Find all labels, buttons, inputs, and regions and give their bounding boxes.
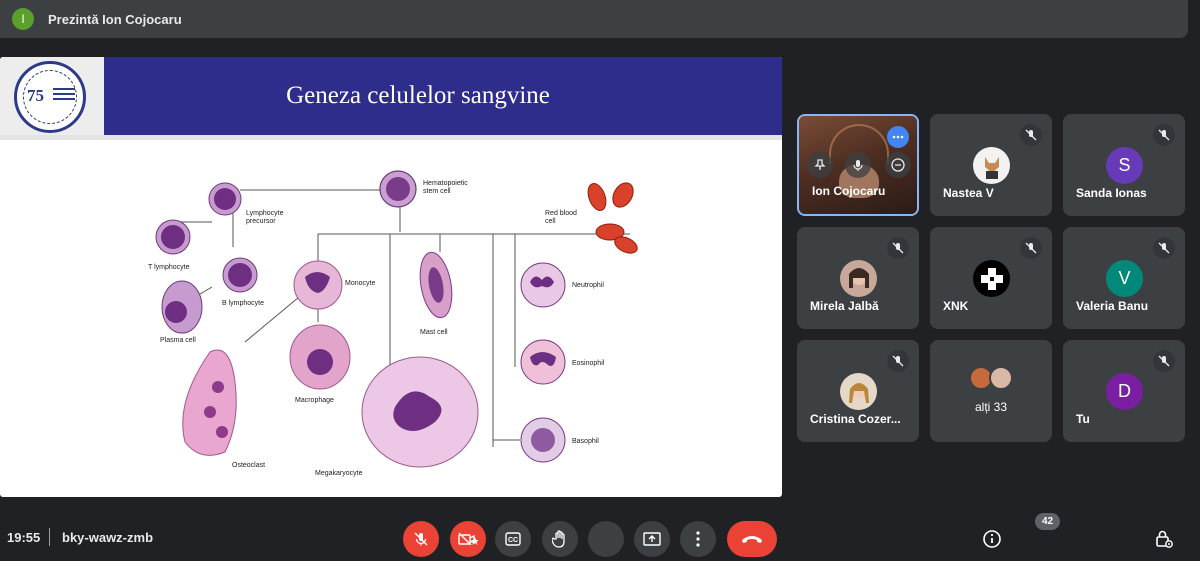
captions-button[interactable]: CC [495,521,531,557]
slide-divider [0,135,782,140]
lock-settings-icon [1156,530,1173,548]
stem-cell-graphic [379,170,417,208]
presenter-avatar: I [12,8,34,30]
slide-header: Geneza celulelor sangvine [104,57,782,135]
avatar-initial: S [1106,147,1143,184]
participant-name: Mirela Jalbă [810,299,879,313]
university-seal-logo: 75 [14,61,86,133]
hand-icon [552,530,565,548]
participant-tile-others[interactable]: alți 33 [930,340,1052,442]
meeting-details-button[interactable] [980,527,1004,551]
avatar-initial: D [1106,373,1143,410]
pin-icon[interactable] [807,152,833,178]
camera-off-icon [458,532,478,546]
raise-hand-button[interactable] [542,521,578,557]
participant-tile-ion-cojocaru[interactable]: Ion Cojocaru [797,114,919,216]
participant-count-badge: 42 [1035,513,1060,530]
label-plasma-cell: Plasma cell [160,337,196,344]
participant-tile-valeria[interactable]: V Valeria Banu [1063,227,1185,329]
participant-tile-nastea[interactable]: Nastea V [930,114,1052,216]
participant-tile-cristina[interactable]: Cristina Cozer... [797,340,919,442]
presenting-banner: I Prezintă Ion Cojocaru [0,0,1188,38]
participant-name: Nastea V [943,186,994,200]
participant-name: XNK [943,299,969,313]
mic-off-icon [1153,124,1175,146]
remove-icon[interactable] [885,152,911,178]
others-count-label: alți 33 [974,400,1008,414]
present-now-button[interactable] [634,521,670,557]
slide-logo-area: 75 [0,57,104,135]
shared-presentation[interactable]: 75 Geneza celulelor sangvine Hematopoiet… [0,57,782,497]
participant-tile-sanda[interactable]: S Sanda Ionas [1063,114,1185,216]
label-monocyte: Monocyte [345,280,375,287]
label-osteoclast: Osteoclast [232,462,265,469]
closed-captions-icon: CC [505,532,521,546]
meeting-code: bky-wawz-zmb [62,530,154,545]
participant-tile-mirela[interactable]: Mirela Jalbă [797,227,919,329]
label-macrophage: Macrophage [295,397,334,404]
hang-up-icon [742,536,762,543]
mic-icon[interactable] [845,152,871,178]
more-options-button[interactable] [680,521,716,557]
label-t-lymphocyte: T lymphocyte [148,264,190,271]
camera-toggle-button[interactable] [450,521,486,557]
mic-off-icon [1020,237,1042,259]
label-lymphocyte: Lymphocyte [246,210,284,217]
participant-tile-you[interactable]: D Tu [1063,340,1185,442]
label-basophil: Basophil [572,438,599,445]
avatar-photo [973,147,1010,184]
present-screen-icon [643,532,661,546]
mic-off-icon [414,532,428,546]
emoji-button[interactable] [588,521,624,557]
label-stem-cell: stem cell [423,188,451,195]
avatar-photo [989,366,1013,390]
label-eosinophil: Eosinophil [572,360,605,367]
avatar-photo [840,373,877,410]
label-b-lymphocyte: B lymphocyte [222,300,264,307]
separator [49,528,50,546]
red-blood-cells-graphic [587,182,638,254]
host-controls-button[interactable] [1152,527,1176,551]
avatar-photo [973,260,1010,297]
label-precursor: precursor [246,218,276,225]
mic-off-icon [1153,237,1175,259]
info-icon [983,530,1001,548]
mic-off-icon [887,237,909,259]
label-red-blood: Red blood [545,210,577,217]
label-mast-cell: Mast cell [420,329,448,336]
blood-cell-genesis-diagram: Hematopoietic stem cell Red blood cell L… [148,170,638,477]
participant-name: Cristina Cozer... [810,412,901,426]
leave-call-button[interactable] [727,521,777,557]
participant-name: Tu [1076,412,1090,426]
label-hematopoietic: Hematopoietic [423,180,468,187]
participant-name: Ion Cojocaru [812,184,886,198]
label-megakaryocyte: Megakaryocyte [315,470,363,477]
svg-text:CC: CC [508,537,518,544]
mic-toggle-button[interactable] [403,521,439,557]
mic-off-icon [1153,350,1175,372]
avatar-initial: V [1106,260,1143,297]
mic-off-icon [1020,124,1042,146]
participant-name: Valeria Banu [1076,299,1149,313]
participant-name: Sanda Ionas [1076,186,1147,200]
slide-title: Geneza celulelor sangvine [286,82,550,109]
meeting-time: 19:55 [7,530,41,545]
mic-off-icon [887,350,909,372]
presenting-label: Prezintă Ion Cojocaru [48,11,182,27]
label-neutrophil: Neutrophil [572,282,604,289]
seal-number: 75 [27,86,44,105]
label-cell: cell [545,218,556,225]
avatar-photo [840,260,877,297]
more-options-icon[interactable] [887,126,909,148]
participant-tile-xnk[interactable]: XNK [930,227,1052,329]
more-vert-icon [696,531,700,547]
